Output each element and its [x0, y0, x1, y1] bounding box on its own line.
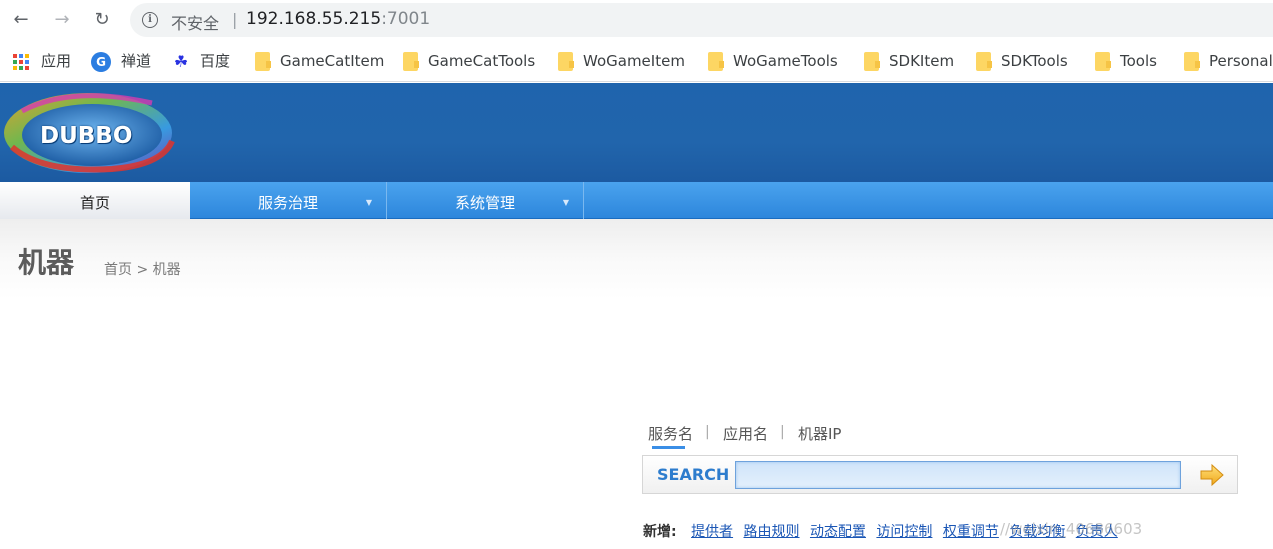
- add-label: 新增:: [643, 524, 677, 540]
- menu-system-management[interactable]: 系统管理 ▼: [387, 182, 583, 219]
- info-icon[interactable]: i: [142, 12, 158, 28]
- bookmark-folder[interactable]: WoGameTools: [708, 50, 838, 72]
- bookmark-label: 禅道: [121, 52, 152, 70]
- bookmark-folder[interactable]: Personal: [1184, 50, 1273, 72]
- bookmark-folder[interactable]: SDKTools: [976, 50, 1068, 72]
- url-host: 192.168.55.215: [246, 9, 382, 29]
- folder-icon: [864, 52, 880, 71]
- tab-machine-ip[interactable]: 机器IP: [798, 423, 841, 444]
- tab-app-name[interactable]: 应用名: [723, 423, 768, 444]
- apps-grid-icon: [13, 53, 29, 70]
- dropdown-caret-icon: ▼: [365, 198, 372, 207]
- search-arrow-icon[interactable]: [1199, 462, 1225, 488]
- folder-icon: [558, 52, 574, 71]
- search-input[interactable]: [735, 461, 1181, 489]
- bookmark-label: 百度: [200, 52, 231, 70]
- bookmarks-bar: 应用 G 禅道 ☘ 百度 GameCatItem GameCatTools WoGa…: [0, 40, 1273, 82]
- tab-separator: |: [705, 424, 710, 440]
- address-separator: |: [232, 10, 238, 29]
- folder-icon: [1184, 52, 1200, 71]
- folder-icon: [255, 52, 271, 71]
- bookmark-label: WoGameItem: [583, 52, 685, 70]
- page-title: 机器: [18, 246, 75, 279]
- tab-separator: |: [780, 424, 785, 440]
- watermark: //weixin_40686603: [1000, 520, 1143, 538]
- bookmark-folder[interactable]: WoGameItem: [558, 50, 685, 72]
- add-access-control-link[interactable]: 访问控制: [876, 524, 932, 540]
- search-box: SEARCH: [642, 455, 1238, 494]
- reload-icon[interactable]: ↻: [90, 8, 114, 32]
- bookmark-folder[interactable]: SDKItem: [864, 50, 954, 72]
- security-label[interactable]: 不安全: [171, 10, 219, 34]
- breadcrumb[interactable]: 首页 > 机器: [104, 259, 181, 279]
- chandao-icon: G: [91, 51, 111, 72]
- site-header: DUBBO: [0, 83, 1273, 182]
- back-arrow-icon[interactable]: ←: [9, 8, 33, 32]
- add-route-rule-link[interactable]: 路由规则: [744, 524, 800, 540]
- bookmark-apps[interactable]: 应用: [13, 50, 71, 72]
- logo-text: DUBBO: [40, 123, 133, 149]
- folder-icon: [403, 52, 419, 71]
- bookmark-label: SDKItem: [889, 52, 955, 70]
- main-menu: 首页 服务治理 ▼ 系统管理 ▼: [0, 182, 1273, 219]
- bookmark-label: 应用: [41, 52, 72, 70]
- folder-icon: [1095, 52, 1111, 71]
- address-bar[interactable]: i 不安全 | 192.168.55.215:7001: [130, 3, 1273, 37]
- tab-service-name[interactable]: 服务名: [648, 423, 693, 449]
- bookmark-label: GameCatItem: [280, 52, 385, 70]
- heading-band: [0, 219, 1273, 299]
- bookmark-label: GameCatTools: [428, 52, 536, 70]
- menu-home[interactable]: 首页: [0, 182, 190, 219]
- bookmark-folder[interactable]: Tools: [1095, 50, 1157, 72]
- menu-label: 首页: [79, 194, 110, 212]
- menu-divider: [583, 182, 584, 219]
- folder-icon: [708, 52, 724, 71]
- menu-service-governance[interactable]: 服务治理 ▼: [190, 182, 386, 219]
- forward-arrow-icon[interactable]: →: [50, 8, 74, 32]
- add-provider-link[interactable]: 提供者: [691, 524, 733, 540]
- browser-toolbar: ← → ↻ i 不安全 | 192.168.55.215:7001: [0, 0, 1273, 40]
- bookmark-label: Personal: [1209, 52, 1273, 70]
- bookmark-label: SDKTools: [1001, 52, 1068, 70]
- menu-label: 服务治理: [257, 194, 318, 212]
- bookmark-label: Tools: [1120, 52, 1157, 70]
- dropdown-caret-icon: ▼: [562, 198, 569, 207]
- search-label: SEARCH: [657, 465, 730, 484]
- bookmark-label: WoGameTools: [733, 52, 838, 70]
- bookmark-folder[interactable]: GameCatItem: [255, 50, 384, 72]
- menu-label: 系统管理: [454, 194, 515, 212]
- url-port: :7001: [381, 9, 431, 29]
- add-dynamic-config-link[interactable]: 动态配置: [810, 524, 866, 540]
- url-text[interactable]: 192.168.55.215:7001: [246, 9, 430, 29]
- add-weight-adjust-link[interactable]: 权重调节: [943, 524, 999, 540]
- bookmark-folder[interactable]: GameCatTools: [403, 50, 535, 72]
- folder-icon: [976, 52, 992, 71]
- dubbo-logo[interactable]: DUBBO: [2, 89, 178, 177]
- baidu-icon: ☘: [173, 51, 189, 71]
- bookmark-chandao[interactable]: G 禅道: [91, 50, 151, 72]
- bookmark-baidu[interactable]: ☘ 百度: [172, 50, 230, 72]
